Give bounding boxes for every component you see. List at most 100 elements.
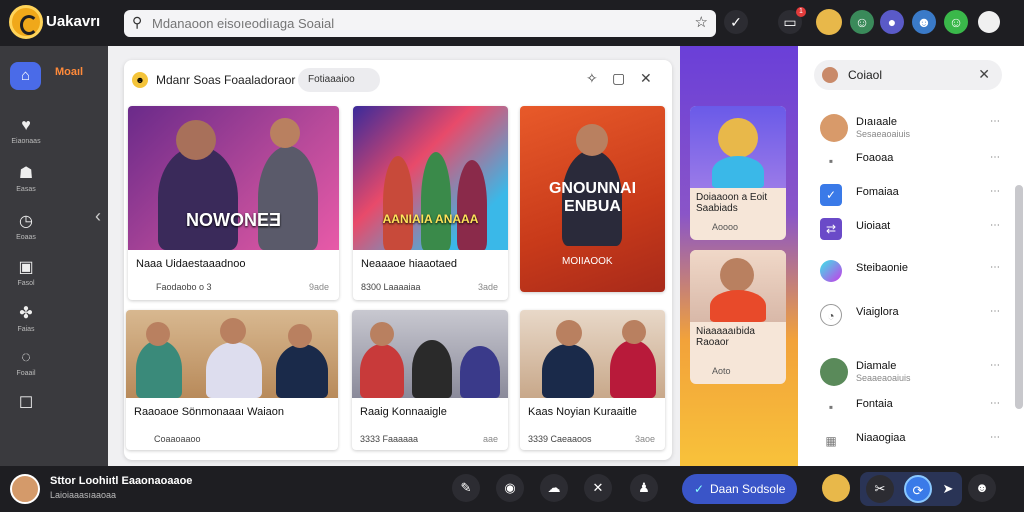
list-item[interactable]: ▪ Fontaia ⋯ xyxy=(820,392,1010,422)
check-icon: ✓ xyxy=(820,184,842,206)
shuffle-icon: ⇄ xyxy=(820,218,842,240)
list-item[interactable]: ◔ Viaiglora ⋯ xyxy=(820,300,1010,330)
avatar xyxy=(822,67,838,83)
user-status: Laioiaaasıaaoaa xyxy=(50,490,117,500)
left-sidebar: ⌂ Moaıl ♥ Eiaonaas ☗ Easas ◷ Eoaas ▣ Fasol ✤… xyxy=(0,46,108,466)
link-icon: ◔ xyxy=(820,304,842,326)
friends-icon[interactable]: ☺ xyxy=(850,10,874,34)
contact-search[interactable]: Coiaol ✕ xyxy=(814,60,1002,90)
join-button[interactable]: ✓ Daan Sodsole xyxy=(682,474,797,504)
list-item[interactable]: ✓ Fomaiaa ⋯ xyxy=(820,180,1010,210)
inbox-icon[interactable]: ▭ 1 xyxy=(778,7,806,34)
more-icon[interactable]: ⋯ xyxy=(990,262,1000,273)
list-item[interactable]: Dıaıaale Sesaeaoaiuis ⋯ xyxy=(820,110,1010,142)
more-icon[interactable]: ⋯ xyxy=(990,220,1000,231)
pin-icon[interactable]: ✧ xyxy=(586,70,598,87)
user-name: Sttor Loohiıtl Eaaonaoaaoe xyxy=(50,475,193,487)
close-icon[interactable]: ✕ xyxy=(640,70,652,87)
right-panel: Coiaol ✕ Dıaıaale Sesaeaoaiuis ⋯ ▪ Foaoaa ⋯ … xyxy=(798,46,1024,466)
card-thumbnail xyxy=(126,310,338,398)
video-card[interactable]: Kaas Noyian Kuraaitle 3339 Caeaaoos 3aoe xyxy=(520,310,665,450)
more-icon[interactable]: ⋯ xyxy=(990,398,1000,409)
sidebar-item-groups[interactable]: ☗ Easas xyxy=(4,164,48,193)
card-banner: NOWONEƎ xyxy=(185,210,281,230)
card-banner: GNOUNNAI ENBUA xyxy=(548,180,637,215)
collapse-chevron-icon[interactable]: ‹ xyxy=(95,206,101,227)
star-icon[interactable]: ☆ xyxy=(695,13,708,31)
sidebar-item-games[interactable]: ✤ Faias xyxy=(4,304,48,333)
record-icon[interactable]: ◉ xyxy=(496,474,524,502)
video-card[interactable]: Raaoaoe Sönmonaaaı Waiaon Coaaoaaoo xyxy=(126,310,338,450)
home-icon[interactable]: ⌂ xyxy=(10,62,41,90)
list-item[interactable]: Diamale Seaaeaoaiuis ⋯ xyxy=(820,354,1010,386)
sidebar-item-clock[interactable]: ◷ Eoaas xyxy=(4,212,48,241)
user-icon[interactable]: ♟ xyxy=(630,474,658,502)
card-banner: AANIAIA ANAAA xyxy=(382,212,479,226)
edit-icon[interactable]: ✎ xyxy=(452,474,480,502)
emoji-icon[interactable]: ☺ xyxy=(944,10,968,34)
card-thumbnail xyxy=(352,310,508,398)
settings-avatar[interactable]: ☻ xyxy=(968,474,996,502)
more-icon[interactable]: ⋯ xyxy=(990,152,1000,163)
copy-icon[interactable]: ▢ xyxy=(612,70,625,87)
panel-title: Mdanr Soas Foaaladoraor xyxy=(156,73,296,87)
video-card[interactable]: AANIAIA ANAAA Neaaaoe hiaaotaed 8300 Laa… xyxy=(353,106,508,300)
scrollbar[interactable] xyxy=(1015,185,1023,409)
content-panel: ☻ Mdanr Soas Foaaladoraor Fotiaaaioo ✧ ▢… xyxy=(124,60,672,460)
search-input[interactable] xyxy=(152,14,672,33)
square-icon: ☐ xyxy=(18,395,34,412)
top-bar: Uakavrı ⚲ ☆ ✓ ▭1 ☺ ● ☻ ☺ xyxy=(0,0,1024,46)
card-meta-secondary: aae xyxy=(482,434,498,444)
notification-badge: 1 xyxy=(796,7,806,17)
search-bar[interactable]: ⚲ ☆ xyxy=(124,10,716,37)
control-group: ✂ ⟳ ➤ xyxy=(860,472,962,506)
bottom-bar: Sttor Loohiıtl Eaaonaoaaoe Laioiaaasıaao… xyxy=(0,466,1024,512)
home-label: Moaıl xyxy=(55,66,84,78)
sidebar-item-favorites[interactable]: ♥ Eiaonaas xyxy=(4,116,48,145)
more-icon[interactable]: ⋯ xyxy=(990,432,1000,443)
image-icon: ▣ xyxy=(18,259,34,276)
more-icon[interactable]: ⋯ xyxy=(990,306,1000,317)
profile-avatar[interactable] xyxy=(978,11,1000,33)
expand-icon[interactable]: ✕ xyxy=(584,474,612,502)
avatar[interactable] xyxy=(816,9,842,35)
video-card[interactable]: GNOUNNAI ENBUA MOIIAOOK xyxy=(520,106,665,292)
contact-search-text: Coiaol xyxy=(848,68,883,82)
more-icon[interactable]: ⋯ xyxy=(990,116,1000,127)
avatar[interactable] xyxy=(10,474,40,504)
sidebar-item-more[interactable]: ☐ xyxy=(4,394,48,414)
more-icon[interactable]: ⋯ xyxy=(990,186,1000,197)
promo-meta: Aoooo xyxy=(712,222,739,232)
filter-chip[interactable]: Fotiaaaioo xyxy=(298,68,380,92)
close-icon[interactable]: ✕ xyxy=(978,66,990,83)
checkmark-icon[interactable]: ✓ xyxy=(724,10,748,34)
panel-avatar: ☻ xyxy=(132,72,148,88)
avatar[interactable] xyxy=(822,474,850,502)
video-card[interactable]: Raaig Konnaaigle 3333 Faaaaaa aae xyxy=(352,310,508,450)
list-item[interactable]: ▦ Niaaogiaa ⋯ xyxy=(820,426,1010,456)
games-icon[interactable]: ● xyxy=(880,10,904,34)
grid-icon: ▦ xyxy=(825,434,837,448)
chat-icon: ◌ xyxy=(21,349,31,366)
more-icon[interactable]: ⋯ xyxy=(990,360,1000,371)
cloud-icon[interactable]: ☁ xyxy=(540,474,568,502)
app-logo[interactable] xyxy=(9,5,43,39)
list-item[interactable]: ⇄ Uioiaat ⋯ xyxy=(820,214,1010,244)
video-card[interactable]: NOWONEƎ Naaa Uidaestaaadnoo Faodaobo o 3… xyxy=(128,106,339,300)
people-icon[interactable]: ☻ xyxy=(912,10,936,34)
share-icon[interactable]: ⟳ xyxy=(904,475,932,503)
card-meta: 3339 Caeaaoos xyxy=(528,434,592,444)
promo-title: Niaaaaaıbida Raoaor xyxy=(696,326,755,348)
card-title: Raaig Konnaaigle xyxy=(360,406,447,418)
list-item[interactable]: Steibaonie ⋯ xyxy=(820,256,1010,286)
mute-icon[interactable]: ✂ xyxy=(866,475,894,503)
card-meta-secondary: 3ade xyxy=(477,282,498,292)
image-icon: ▪ xyxy=(828,154,834,168)
promo-card[interactable]: Niaaaaaıbida Raoaor Aoto xyxy=(690,250,786,384)
sidebar-item-media[interactable]: ▣ Fasol xyxy=(4,258,48,287)
sidebar-item-messages[interactable]: ◌ Foaail xyxy=(4,348,48,377)
send-icon[interactable]: ➤ xyxy=(934,475,962,503)
card-meta-secondary: 9ade xyxy=(308,282,329,292)
promo-card[interactable]: Doiaaoon a Eoit Saabiads Aoooo xyxy=(690,106,786,240)
list-item[interactable]: ▪ Foaoaa ⋯ xyxy=(820,146,1010,176)
